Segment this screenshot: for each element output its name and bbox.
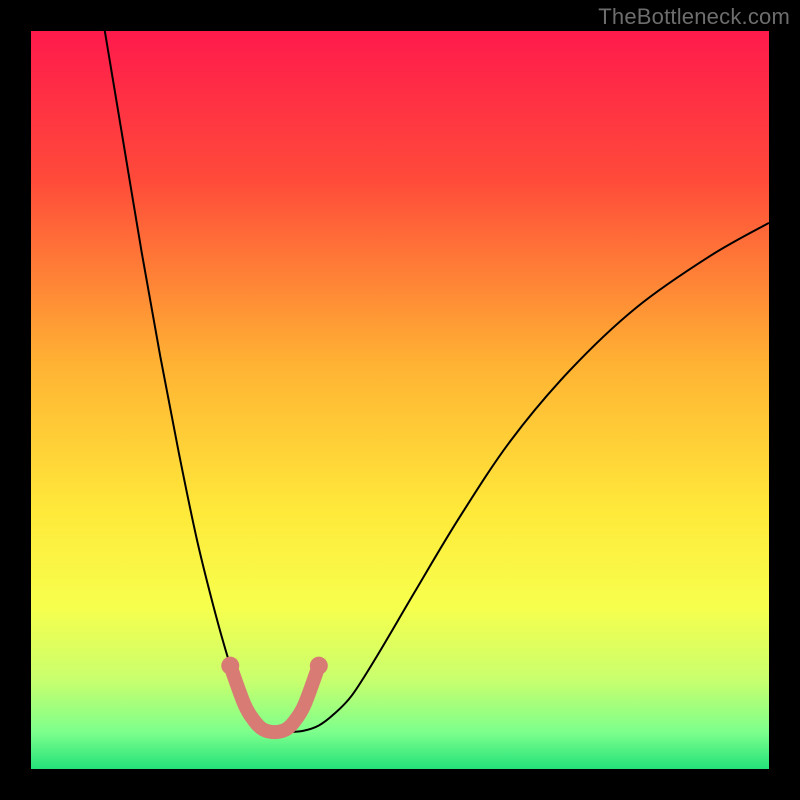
watermark-text: TheBottleneck.com [598,4,790,30]
chart-svg [31,31,769,769]
marker-left [221,657,239,675]
chart-frame: TheBottleneck.com [0,0,800,800]
plot-area [31,31,769,769]
gradient-background [31,31,769,769]
marker-right [310,657,328,675]
